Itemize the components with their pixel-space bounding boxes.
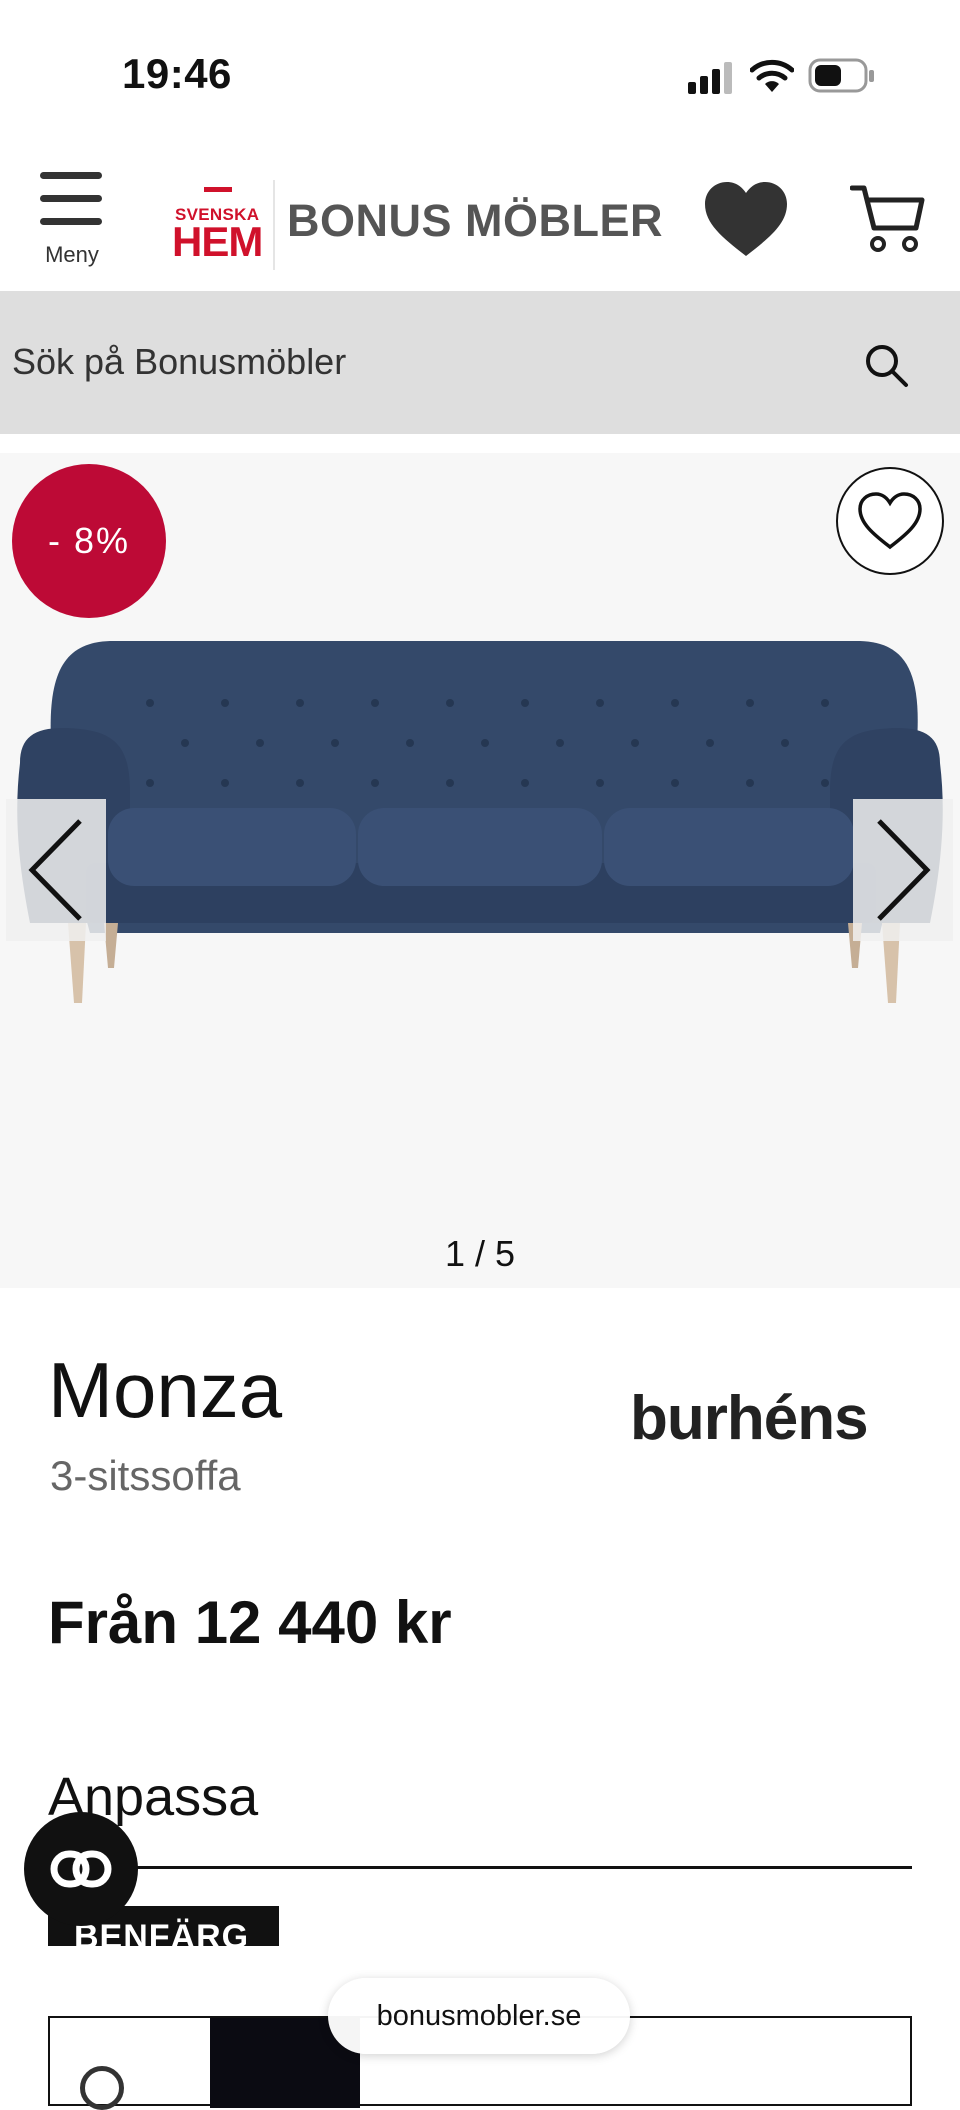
gallery-next-button[interactable] <box>853 799 953 941</box>
battery-icon <box>808 58 874 93</box>
chevron-left-icon <box>28 819 82 921</box>
menu-label: Meny <box>45 242 99 267</box>
search-bar[interactable]: Sök på Bonusmöbler <box>0 291 960 434</box>
divider <box>48 1866 912 1869</box>
status-time: 19:46 <box>122 50 232 97</box>
cart-icon[interactable] <box>850 182 926 254</box>
product-name: Monza <box>48 1346 283 1434</box>
chevron-right-icon <box>877 819 931 921</box>
product-type: 3-sitssoffa <box>50 1452 241 1499</box>
wishlist-heart-icon[interactable] <box>703 180 789 258</box>
gallery-counter: 1 / 5 <box>444 1233 516 1274</box>
signal-icon <box>688 62 732 94</box>
browser-url-bar[interactable]: bonusmobler.se <box>328 1978 630 2054</box>
search-input[interactable]: Sök på Bonusmöbler <box>12 341 346 383</box>
brand-logo[interactable]: burhéns <box>630 1383 869 1454</box>
heart-outline-icon <box>858 492 922 550</box>
discount-badge: - 8% <box>12 464 166 618</box>
product-price: Från 12 440 kr <box>48 1589 452 1656</box>
chat-button[interactable] <box>24 1812 138 1926</box>
wifi-icon <box>750 59 794 92</box>
chat-icon <box>50 1850 112 1888</box>
favorite-button[interactable] <box>836 467 944 575</box>
menu-button[interactable]: Meny <box>36 168 108 273</box>
search-icon[interactable] <box>862 341 910 389</box>
logo-brand-text: BONUS MÖBLER <box>287 195 663 246</box>
option-radio-icon <box>80 2066 124 2110</box>
gallery-prev-button[interactable] <box>6 799 106 941</box>
site-logo[interactable]: SVENSKA HEM BONUS MÖBLER <box>172 180 672 275</box>
product-gallery[interactable]: - 8% 1 / 5 <box>0 453 960 1288</box>
logo-hem-text: HEM <box>172 218 263 265</box>
